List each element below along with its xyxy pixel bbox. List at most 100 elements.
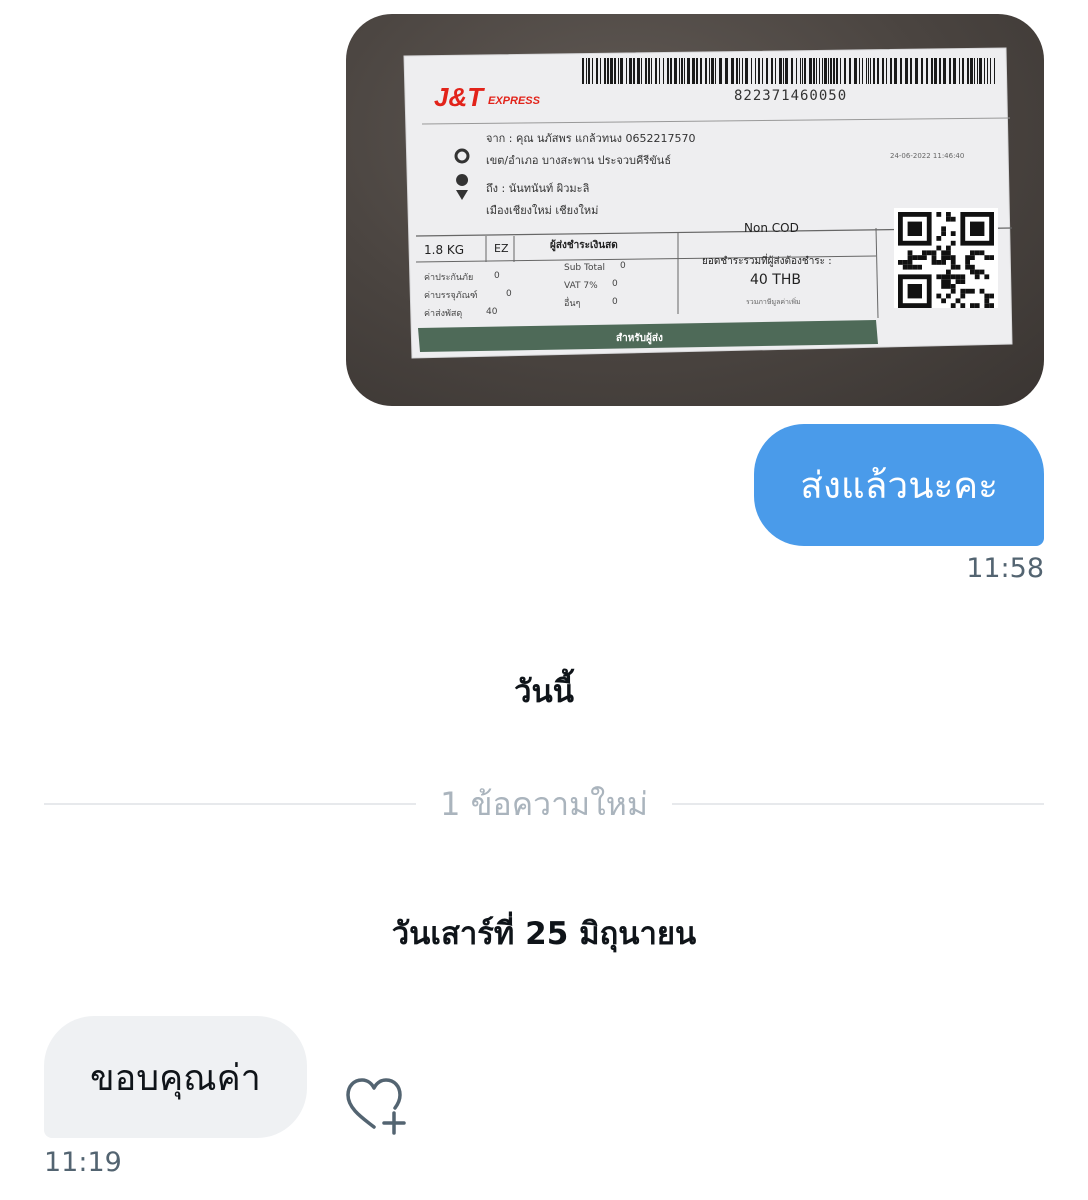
barcode-bar [629,58,632,84]
barcode-bar [868,58,869,84]
barcode-bar [866,58,867,84]
barcode-bar [659,58,660,84]
barcode-bar [651,58,652,84]
qr-module [907,260,913,265]
footer-text: สำหรับผู้ส่ง [616,332,663,345]
barcode-bar [725,58,728,84]
barcode-bar [604,58,606,84]
qr-module [902,264,908,270]
barcode-bar [816,58,817,84]
qr-module [955,298,961,304]
outgoing-message-time: 11:58 [966,553,1044,584]
barcode-bar [618,58,619,84]
receiver-line2: เมืองเชียงใหม่ เชียงใหม่ [486,204,598,217]
barcode-bar [645,58,647,84]
qr-module [965,255,970,260]
qr-module [984,298,990,304]
qr-module [950,303,956,308]
qr-module [946,279,951,284]
qr-module [960,288,966,294]
qr-module [941,279,946,284]
barcode-bar [684,58,685,84]
outgoing-message-bubble[interactable]: ส่งแล้วนะคะ [754,424,1044,546]
qr-module [955,274,961,280]
vat-value: 0 [612,279,618,289]
barcode-bar [877,58,879,84]
qr-module [974,269,980,275]
qr-module [936,212,942,217]
barcode-bar [870,58,871,84]
barcode-bar [886,58,887,84]
barcode-bar [854,58,857,84]
new-messages-label: 1 ข้อความใหม่ [440,784,648,823]
barcode-bar [979,58,982,84]
barcode-bar [873,58,875,84]
qr-finder [907,221,922,236]
barcode-bar [819,58,820,84]
print-date: 24-06-2022 11:46:40 [890,152,964,160]
weight: 1.8 KG [424,243,464,257]
qr-module [984,255,990,260]
heart-plus-icon[interactable] [342,1075,412,1135]
subtotal-label: Sub Total [564,263,605,273]
barcode-bar [900,58,902,84]
barcode-bar [667,58,669,84]
qr-module [960,274,966,280]
barcode-bar [828,58,829,84]
barcode-bar [614,58,616,84]
qr-module [912,255,918,260]
barcode-bar [910,58,912,84]
barcode-bar [663,58,664,84]
qr-module [907,264,913,270]
barcode-bar [731,58,734,84]
barcode-bar [994,58,995,84]
qr-module [946,250,951,256]
qr-module [955,264,961,270]
jt-logo-sub: EXPRESS [488,95,541,107]
qr-module [941,226,946,232]
qr-module [946,255,951,260]
qr-module [950,216,956,222]
total-label: ยอดชำระรวมที่ผู้ส่งต้องชำระ : [702,253,832,267]
qr-module [984,274,990,280]
barcode-bar [586,58,587,84]
qr-finder [970,221,985,236]
barcode-bar [696,58,698,84]
qr-module [974,303,980,308]
outgoing-photo-message[interactable]: J&T EXPRESS 822371460050 จาก : คุณ นภัสพ… [346,14,1044,406]
barcode-bar [970,58,973,84]
barcode-bar [715,58,716,84]
barcode-bar [804,58,806,84]
total-amount: 40 THB [750,272,801,288]
barcode-bar [833,58,835,84]
date-separator-today: วันนี้ [514,674,574,710]
barcode-bar [962,58,964,84]
barcode-bar [719,58,722,84]
barcode-bar [592,58,593,84]
qr-module [907,255,913,260]
barcode-bar [582,58,584,84]
barcode-bar [742,58,743,84]
qr-module [922,250,927,256]
qr-module [931,255,937,260]
qr-module [960,279,966,284]
barcode-bar [953,58,956,84]
subtotal-value: 0 [620,261,626,271]
qr-module [907,250,913,256]
qr-module [931,250,937,256]
fee3-value: 40 [486,307,498,317]
cod-status: Non COD [744,221,799,235]
barcode-bar [655,58,657,84]
qr-module [974,250,980,256]
qr-module [984,303,990,308]
barcode-bar [990,58,991,84]
service-type: EZ [494,242,509,255]
qr-module [970,288,975,294]
qr-module [917,255,922,260]
barcode-bar [670,58,672,84]
qr-module [960,293,966,299]
incoming-message-bubble[interactable]: ขอบคุณค่า [44,1016,307,1138]
barcode-bar [687,58,690,84]
parcel-label-photo: J&T EXPRESS 822371460050 จาก : คุณ นภัสพ… [403,47,1013,359]
barcode-bar [939,58,941,84]
